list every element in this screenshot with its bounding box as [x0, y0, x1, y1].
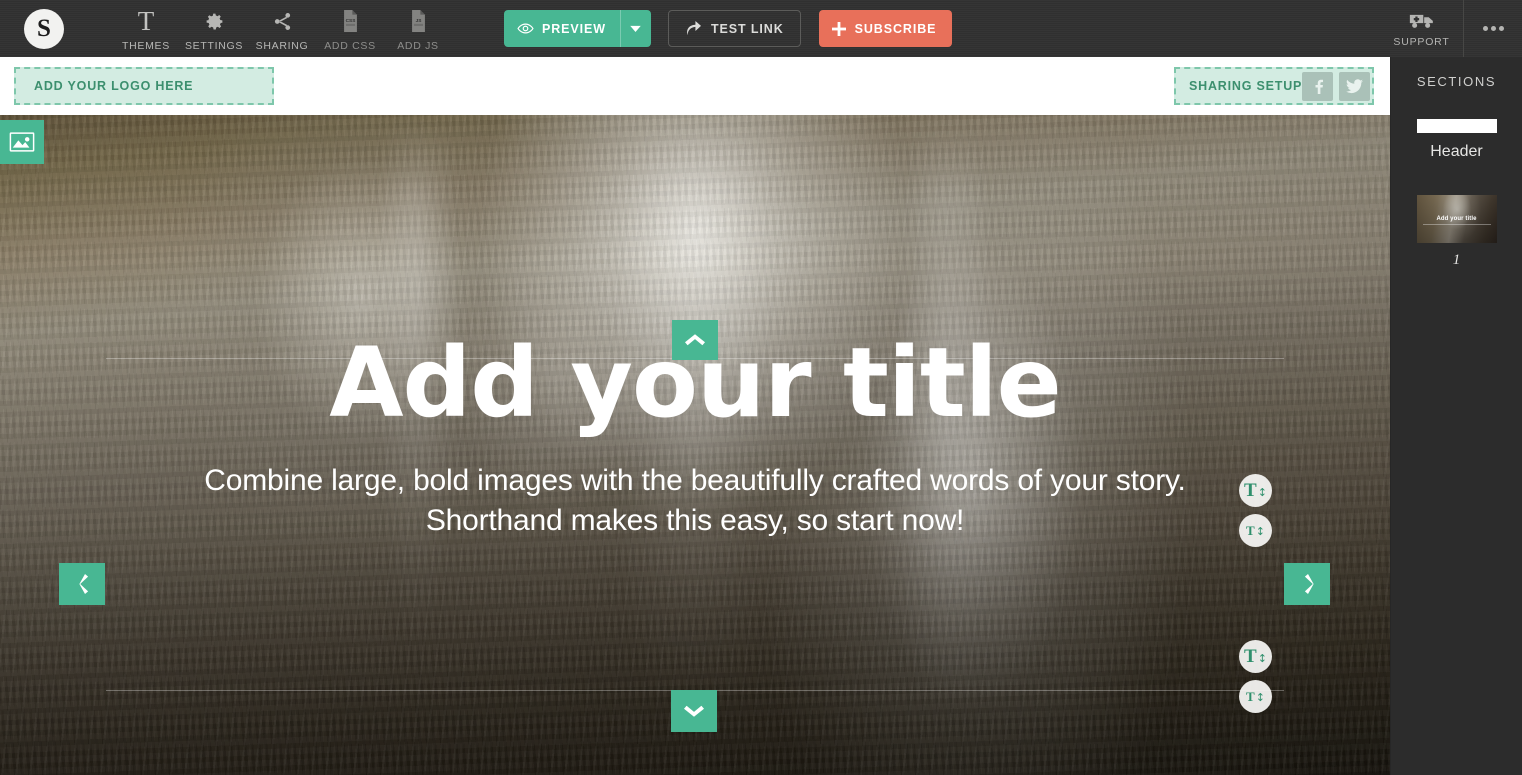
shorthand-logo[interactable]: S [24, 8, 64, 49]
toolbar-item-label: SHARING [255, 39, 309, 52]
section-thumb-1[interactable]: Add your title [1416, 195, 1497, 243]
text-bigger-icon: T ↕ [1244, 480, 1267, 501]
ambulance-icon [1409, 9, 1435, 31]
picture-icon [9, 131, 35, 153]
hero-subtitle[interactable]: Combine large, bold images with the beau… [190, 461, 1200, 541]
title-size-decrease-button[interactable]: T ↕ [1239, 514, 1272, 547]
plus-icon [831, 21, 846, 36]
preview-button[interactable]: PREVIEW [504, 10, 621, 47]
story-header-bar: ADD YOUR LOGO HERE SHARING SETUP [0, 57, 1390, 115]
subscribe-button[interactable]: SUBSCRIBE [818, 10, 953, 47]
more-options-button[interactable] [1464, 0, 1522, 57]
support-label: SUPPORT [1393, 36, 1450, 48]
text-smaller-icon: T ↕ [1246, 689, 1265, 704]
add-logo-label: ADD YOUR LOGO HERE [34, 79, 194, 93]
toolbar-item-label: ADD CSS [324, 39, 376, 52]
toolbar-item-sharing[interactable]: SHARING [248, 6, 316, 52]
thumb-divider [1422, 223, 1491, 225]
toolbar-item-label: THEMES [122, 39, 170, 52]
css-document-icon: CSS [341, 9, 360, 34]
chevron-right-icon [1300, 573, 1314, 595]
chevron-down-icon [683, 704, 705, 718]
preview-button-label: PREVIEW [542, 21, 606, 36]
previous-slide-button[interactable] [59, 563, 105, 605]
move-section-up-button[interactable] [672, 320, 718, 360]
preview-button-group[interactable]: PREVIEW [504, 10, 651, 47]
support-button[interactable]: SUPPORT [1380, 0, 1464, 57]
section-thumb-header[interactable] [1416, 119, 1497, 133]
shorthand-logo-letter: S [37, 15, 51, 42]
svg-text:JS: JS [415, 18, 421, 24]
subscribe-label: SUBSCRIBE [854, 21, 937, 36]
text-smaller-icon: T ↕ [1246, 523, 1265, 538]
sections-panel-title: SECTIONS [1416, 74, 1497, 89]
caret-down-icon [630, 25, 642, 32]
next-slide-button[interactable] [1284, 563, 1330, 605]
arrow-curve-icon [685, 21, 702, 36]
move-section-down-button[interactable] [671, 690, 717, 732]
share-icon [272, 9, 293, 34]
thumb-title-text: Add your title [1436, 216, 1477, 223]
section-label-1: 1 [1452, 252, 1461, 268]
background-image-button[interactable] [0, 120, 44, 164]
text-bigger-icon: T ↕ [1244, 646, 1267, 667]
facebook-icon[interactable] [1302, 71, 1334, 101]
more-dot-icon [1490, 26, 1496, 31]
preview-dropdown-toggle[interactable] [621, 10, 651, 47]
toolbar-item-add-js[interactable]: JS ADD JS [384, 6, 452, 52]
text-T-icon: T [137, 6, 155, 36]
more-dot-icon [1482, 26, 1488, 31]
svg-text:CSS: CSS [345, 18, 355, 24]
toolbar-item-add-css[interactable]: CSS ADD CSS [316, 6, 384, 52]
toolbar-item-label: ADD JS [397, 39, 439, 52]
app-root: S T THEMES SETTINGS SHARING CSS ADD CSS … [0, 0, 1522, 775]
toolbar-item-settings[interactable]: SETTINGS [180, 6, 248, 52]
toolbar-tool-items: T THEMES SETTINGS SHARING CSS ADD CSS JS… [112, 6, 452, 52]
add-logo-placeholder[interactable]: ADD YOUR LOGO HERE [14, 67, 274, 105]
subtitle-size-decrease-button[interactable]: T ↕ [1239, 680, 1272, 713]
hero-text-block: Add your title Combine large, bold image… [0, 115, 1390, 775]
chevron-up-icon [684, 333, 706, 347]
top-toolbar: S T THEMES SETTINGS SHARING CSS ADD CSS … [0, 0, 1522, 57]
sharing-setup-label: SHARING SETUP [1189, 79, 1303, 93]
toolbar-actions: PREVIEW TEST LINK SUBSCRIBE [504, 10, 953, 47]
toolbar-item-themes[interactable]: T THEMES [112, 6, 180, 52]
section-label-header: Header [1430, 143, 1483, 160]
js-document-icon: JS [409, 9, 428, 34]
subtitle-size-increase-button[interactable]: T ↕ [1239, 640, 1272, 673]
test-link-button[interactable]: TEST LINK [667, 10, 801, 47]
eye-icon [517, 22, 534, 35]
editor-canvas: ADD YOUR LOGO HERE SHARING SETUP Add you… [0, 57, 1390, 775]
social-buttons [1302, 71, 1371, 101]
gear-icon [204, 9, 225, 34]
test-link-label: TEST LINK [710, 21, 784, 36]
title-size-increase-button[interactable]: T ↕ [1239, 474, 1272, 507]
sections-panel: SECTIONS Header Add your title 1 [1390, 57, 1522, 775]
toolbar-right-group: SUPPORT [1380, 0, 1522, 57]
section-list: Header Add your title 1 [1391, 89, 1522, 269]
twitter-icon[interactable] [1339, 71, 1371, 101]
more-dot-icon [1498, 26, 1504, 31]
toolbar-item-label: SETTINGS [184, 39, 244, 52]
chevron-left-icon [75, 573, 89, 595]
sharing-setup-placeholder[interactable]: SHARING SETUP [1174, 67, 1374, 105]
hero-section: Add your title Combine large, bold image… [0, 115, 1390, 775]
